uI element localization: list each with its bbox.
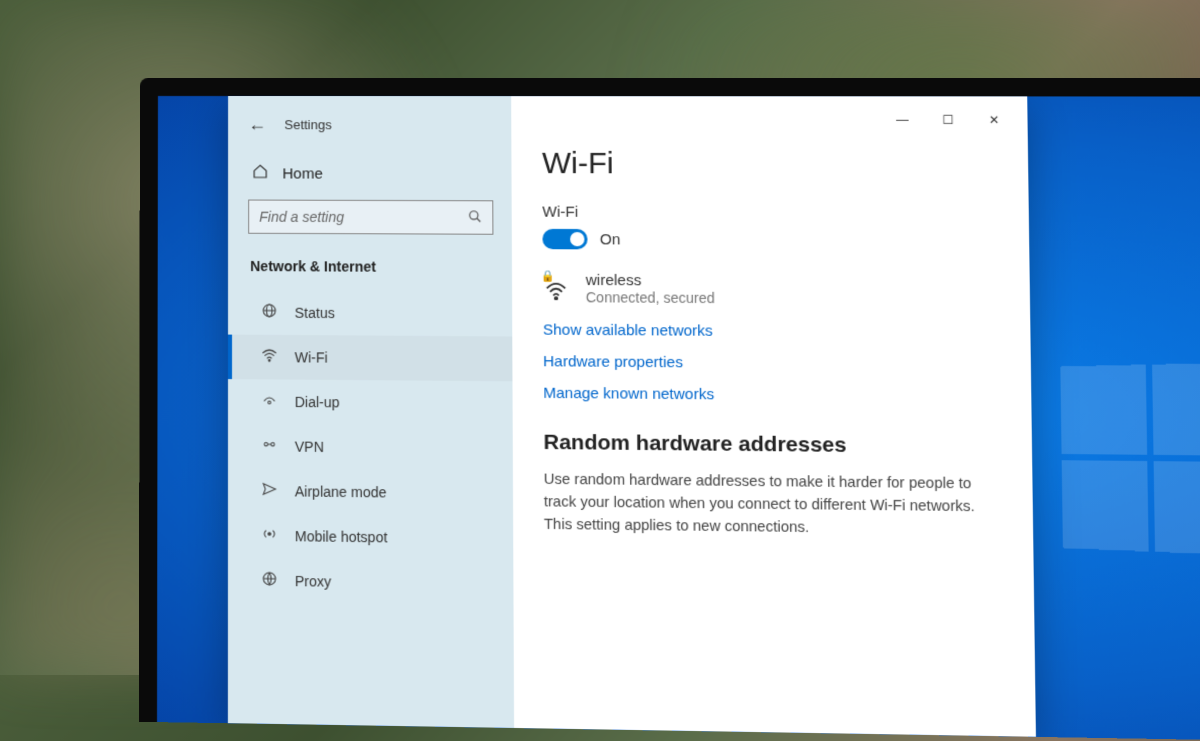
sidebar-item-wifi[interactable]: Wi-Fi	[228, 335, 512, 382]
settings-sidebar: ← Settings Home Find a setting Network &…	[228, 96, 514, 728]
link-manage-networks[interactable]: Manage known networks	[543, 385, 1000, 406]
link-show-networks[interactable]: Show available networks	[543, 321, 999, 341]
wifi-toggle-state: On	[600, 231, 621, 248]
dialup-icon	[260, 391, 278, 411]
window-title: Settings	[284, 117, 331, 132]
wifi-secured-icon: 🔒	[543, 274, 570, 301]
page-title: Wi-Fi	[542, 147, 997, 183]
proxy-icon	[260, 570, 278, 591]
sidebar-item-label: Dial-up	[295, 394, 340, 411]
back-button[interactable]: ←	[248, 114, 266, 135]
airplane-icon	[260, 481, 278, 502]
home-label: Home	[282, 165, 322, 182]
window-controls: — ☐ ✕	[879, 104, 1017, 135]
wifi-toggle-label: Wi-Fi	[542, 204, 997, 223]
home-icon	[252, 163, 268, 183]
maximize-button[interactable]: ☐	[925, 105, 971, 136]
random-hw-body: Use random hardware addresses to make it…	[544, 469, 1002, 541]
search-icon	[468, 209, 482, 226]
sidebar-home[interactable]: Home	[228, 153, 512, 200]
sidebar-item-status[interactable]: Status	[228, 290, 512, 336]
vpn-icon	[260, 436, 278, 456]
sidebar-item-label: Mobile hotspot	[295, 528, 388, 545]
window-titlebar-left: ← Settings	[228, 110, 511, 154]
windows-logo	[1060, 362, 1200, 555]
wifi-toggle[interactable]	[542, 229, 587, 250]
sidebar-item-label: Airplane mode	[295, 483, 387, 500]
minimize-button[interactable]: —	[879, 104, 925, 135]
sidebar-item-label: Wi-Fi	[295, 349, 328, 365]
sidebar-item-hotspot[interactable]: Mobile hotspot	[228, 513, 513, 561]
settings-window: ← Settings Home Find a setting Network &…	[228, 96, 1036, 737]
globe-icon	[260, 302, 278, 322]
current-network[interactable]: 🔒 wireless Connected, secured	[543, 272, 999, 308]
close-button[interactable]: ✕	[971, 105, 1017, 136]
sidebar-item-airplane[interactable]: Airplane mode	[228, 468, 513, 516]
link-hardware-properties[interactable]: Hardware properties	[543, 353, 999, 374]
wifi-icon	[260, 347, 278, 367]
sidebar-item-label: VPN	[295, 438, 324, 455]
sidebar-item-label: Status	[295, 305, 335, 321]
wifi-toggle-row: On	[542, 229, 997, 251]
network-status: Connected, secured	[586, 289, 715, 306]
sidebar-item-vpn[interactable]: VPN	[228, 424, 513, 472]
sidebar-item-label: Proxy	[295, 573, 331, 590]
search-placeholder: Find a setting	[259, 209, 344, 225]
sidebar-item-proxy[interactable]: Proxy	[228, 558, 514, 607]
random-hw-heading: Random hardware addresses	[543, 431, 1000, 460]
desktop-wallpaper: ← Settings Home Find a setting Network &…	[157, 96, 1200, 741]
hotspot-icon	[260, 526, 278, 547]
monitor-bezel: ← Settings Home Find a setting Network &…	[139, 78, 1200, 741]
network-name: wireless	[586, 272, 715, 290]
sidebar-item-dialup[interactable]: Dial-up	[228, 379, 513, 426]
search-input[interactable]: Find a setting	[248, 200, 493, 235]
network-info: wireless Connected, secured	[586, 272, 715, 306]
settings-content: — ☐ ✕ Wi-Fi Wi-Fi On 🔒	[511, 96, 1036, 737]
sidebar-category: Network & Internet	[228, 252, 512, 292]
